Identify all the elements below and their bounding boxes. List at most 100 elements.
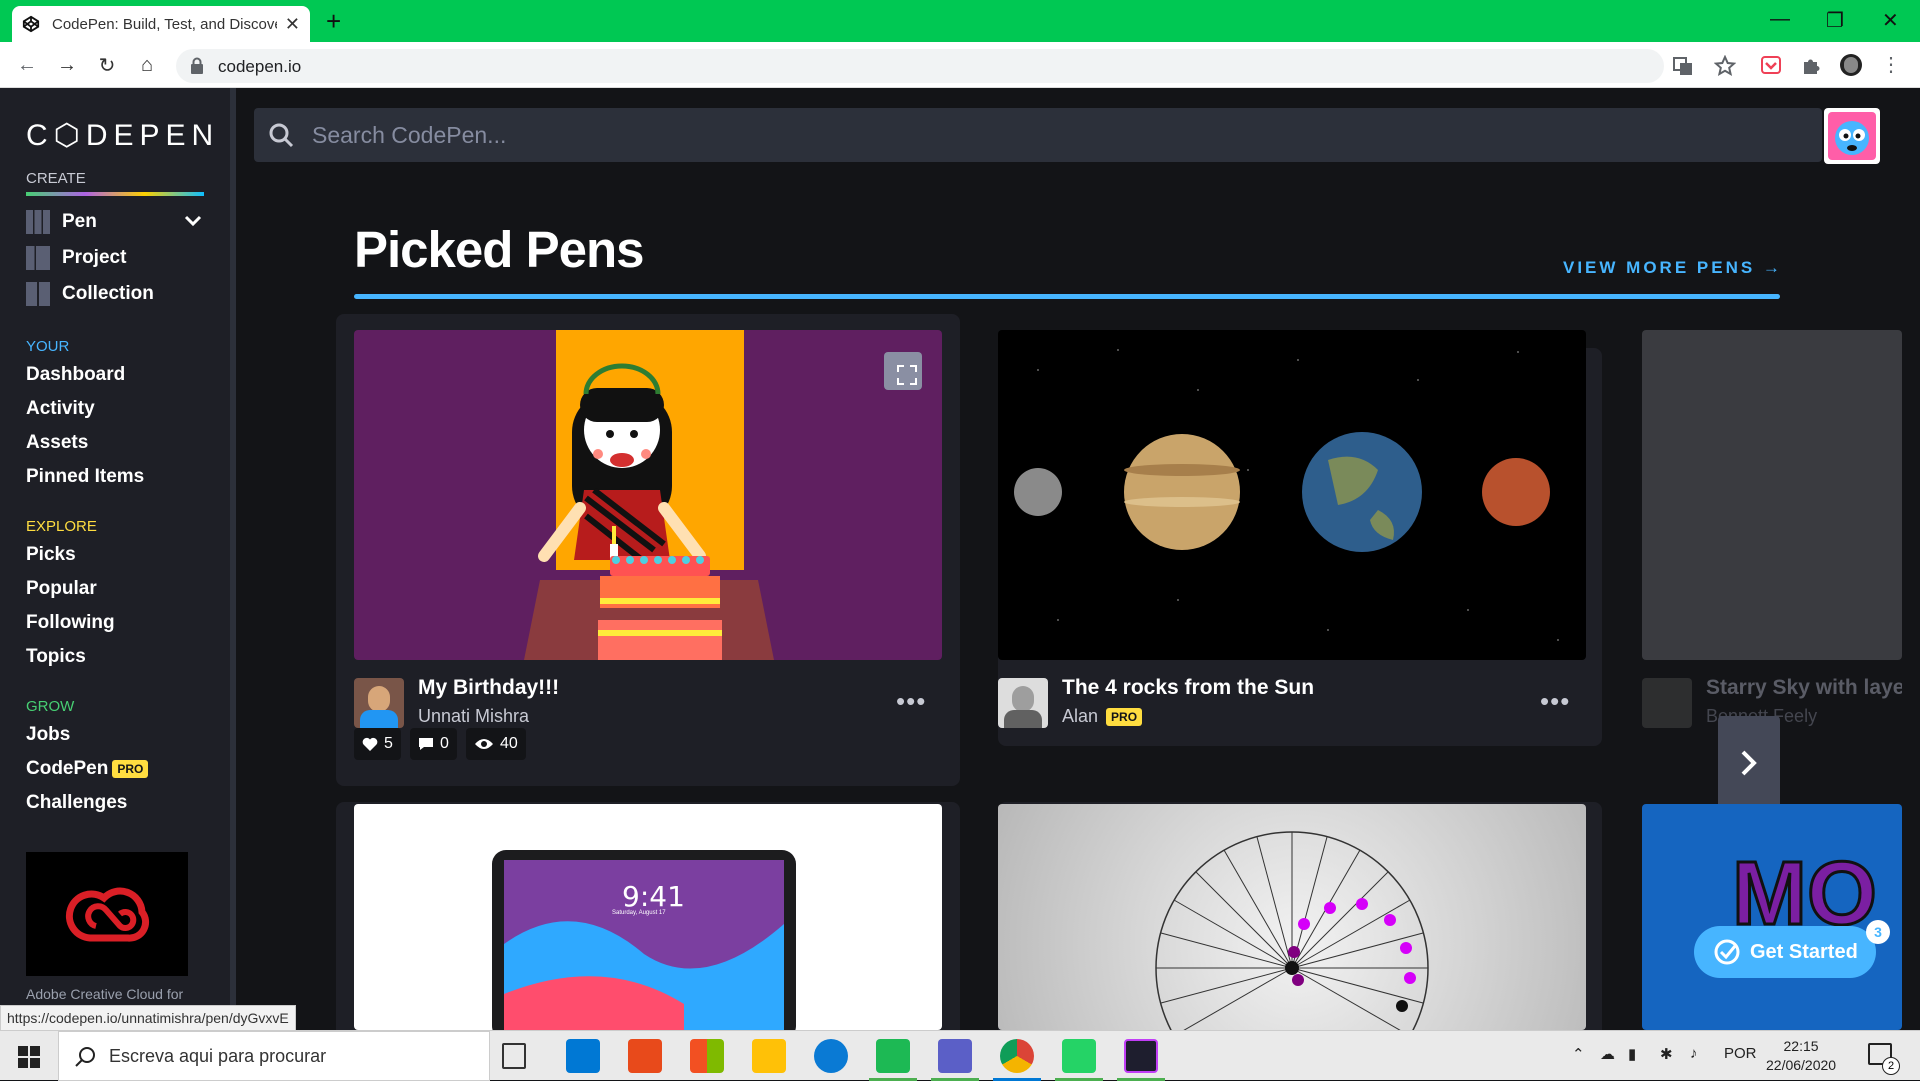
create-rainbow-divider: [26, 192, 204, 196]
avatar[interactable]: [998, 678, 1048, 728]
taskbar-clock[interactable]: 22:15 22/06/2020: [1766, 1037, 1836, 1075]
expand-icon[interactable]: [896, 364, 918, 386]
pen-preview-four-rocks[interactable]: [998, 330, 1586, 660]
file-explorer-icon[interactable]: [752, 1039, 786, 1073]
ipad-time: 9:41: [622, 880, 685, 913]
chevron-down-icon[interactable]: [184, 214, 202, 228]
browser-menu-icon[interactable]: ⋮: [1880, 52, 1902, 76]
carousel-next-button[interactable]: [1718, 716, 1780, 810]
search-bar[interactable]: Search CodePen...: [254, 108, 1822, 162]
ipad-illustration: [492, 850, 796, 1030]
create-project-item[interactable]: Project: [26, 246, 126, 270]
create-collection-item[interactable]: Collection: [26, 282, 154, 306]
codepen-logo[interactable]: C⬡DEPEN: [26, 118, 219, 153]
get-started-button[interactable]: Get Started: [1694, 926, 1876, 978]
new-tab-button[interactable]: +: [326, 8, 341, 34]
profile-avatar[interactable]: [1840, 54, 1862, 76]
arrow-right-icon: →: [1762, 258, 1783, 277]
search-icon: [75, 1047, 95, 1067]
nav-dashboard[interactable]: Dashboard: [26, 364, 125, 386]
onedrive-cloud-icon[interactable]: ☁: [1600, 1045, 1615, 1063]
edge-browser-icon[interactable]: [814, 1039, 848, 1073]
nav-assets[interactable]: Assets: [26, 432, 88, 454]
like-button[interactable]: 5: [354, 728, 401, 760]
bookmark-star-icon[interactable]: [1714, 55, 1736, 77]
nav-topics[interactable]: Topics: [26, 646, 86, 668]
teams-app-icon[interactable]: [938, 1039, 972, 1073]
comment-button[interactable]: 0: [410, 728, 457, 760]
maximize-window-icon[interactable]: ❐: [1826, 8, 1844, 33]
spotify-app-icon[interactable]: [876, 1039, 910, 1073]
chevron-up-icon[interactable]: ⌃: [1572, 1045, 1585, 1063]
pen-preview-starry-sky[interactable]: [1642, 330, 1902, 660]
reload-icon[interactable]: ↻: [94, 52, 120, 78]
avatar[interactable]: [354, 678, 404, 728]
view-more-label: VIEW MORE PENS: [1563, 258, 1756, 277]
office-app-icon[interactable]: [628, 1039, 662, 1073]
pen-title[interactable]: Starry Sky with laye: [1706, 676, 1902, 700]
taskbar-search[interactable]: Escreva aqui para procurar: [58, 1031, 490, 1081]
input-language[interactable]: POR: [1724, 1045, 1757, 1062]
heart-icon: [362, 737, 378, 751]
extensions-puzzle-icon[interactable]: [1800, 54, 1822, 76]
notification-count-badge: 2: [1882, 1057, 1900, 1075]
pen-title[interactable]: The 4 rocks from the Sun: [1062, 676, 1314, 700]
pen-preview-my-birthday[interactable]: [354, 330, 942, 660]
task-view-icon[interactable]: [502, 1043, 526, 1069]
taskbar-search-placeholder: Escreva aqui para procurar: [109, 1046, 327, 1066]
create-pen-item[interactable]: Pen: [26, 210, 202, 234]
pen-preview-partial[interactable]: MO: [1642, 804, 1902, 1030]
chevron-right-icon: [1741, 750, 1757, 776]
views-count: 40: [500, 735, 518, 752]
pen-author[interactable]: Alan PRO: [1062, 706, 1143, 727]
creative-cloud-logo-icon: [65, 887, 150, 942]
create-project-label: Project: [62, 247, 127, 268]
battery-icon[interactable]: ▮: [1628, 1045, 1636, 1063]
radial-lines-illustration: [1155, 831, 1429, 1030]
nav-codepen-pro[interactable]: CodePen PRO: [26, 758, 149, 780]
collection-icon: [26, 282, 50, 306]
minimize-window-icon[interactable]: —: [1770, 8, 1790, 31]
windows-start-icon[interactable]: [18, 1046, 40, 1068]
adobe-ad-image[interactable]: [26, 852, 188, 976]
wifi-icon[interactable]: ✱: [1660, 1045, 1673, 1063]
get-started-count-badge: 3: [1866, 920, 1890, 944]
address-bar[interactable]: codepen.io: [176, 49, 1736, 83]
nav-pinned-items[interactable]: Pinned Items: [26, 466, 144, 488]
pen-author[interactable]: Unnati Mishra: [418, 706, 529, 727]
view-more-pens-link[interactable]: VIEW MORE PENS →: [1563, 258, 1783, 278]
chrome-app-icon[interactable]: [1000, 1039, 1034, 1073]
close-window-icon[interactable]: ✕: [1882, 8, 1899, 33]
nav-following[interactable]: Following: [26, 612, 115, 634]
mail-app-icon[interactable]: [566, 1039, 600, 1073]
store-app-icon[interactable]: [690, 1039, 724, 1073]
nav-picks[interactable]: Picks: [26, 544, 76, 566]
translate-icon[interactable]: [1672, 55, 1694, 77]
create-section-label: CREATE: [26, 170, 86, 187]
ad-caption: Adobe Creative Cloud for: [26, 986, 184, 1002]
nav-popular[interactable]: Popular: [26, 578, 97, 600]
volume-icon[interactable]: ♪: [1690, 1045, 1698, 1062]
close-tab-icon[interactable]: ✕: [285, 14, 300, 35]
nav-activity[interactable]: Activity: [26, 398, 95, 420]
home-icon[interactable]: ⌂: [134, 52, 160, 78]
pen-preview-ipad[interactable]: 9:41 Saturday, August 17: [354, 804, 942, 1030]
more-options-icon[interactable]: •••: [896, 686, 926, 717]
forward-arrow-icon[interactable]: →: [54, 52, 80, 78]
main-content: Search CodePen... Picked Pens VIEW MORE …: [236, 88, 1902, 1030]
nav-jobs[interactable]: Jobs: [26, 724, 70, 746]
pen-title[interactable]: My Birthday!!!: [418, 676, 559, 700]
comment-icon: [419, 738, 433, 750]
pen-preview-circle-lines[interactable]: [998, 804, 1586, 1030]
more-options-icon[interactable]: •••: [1540, 686, 1570, 717]
user-avatar[interactable]: [1824, 108, 1880, 164]
browser-tab-codepen[interactable]: CodePen: Build, Test, and Discover Front…: [12, 6, 310, 42]
back-arrow-icon[interactable]: ←: [14, 52, 40, 78]
nav-challenges[interactable]: Challenges: [26, 792, 127, 814]
phpstorm-app-icon[interactable]: [1124, 1039, 1158, 1073]
whatsapp-app-icon[interactable]: [1062, 1039, 1096, 1073]
avatar[interactable]: [1642, 678, 1692, 728]
pocket-extension-icon[interactable]: [1760, 54, 1782, 76]
gumball-avatar-icon: [1828, 112, 1876, 160]
comment-count: 0: [440, 735, 449, 752]
